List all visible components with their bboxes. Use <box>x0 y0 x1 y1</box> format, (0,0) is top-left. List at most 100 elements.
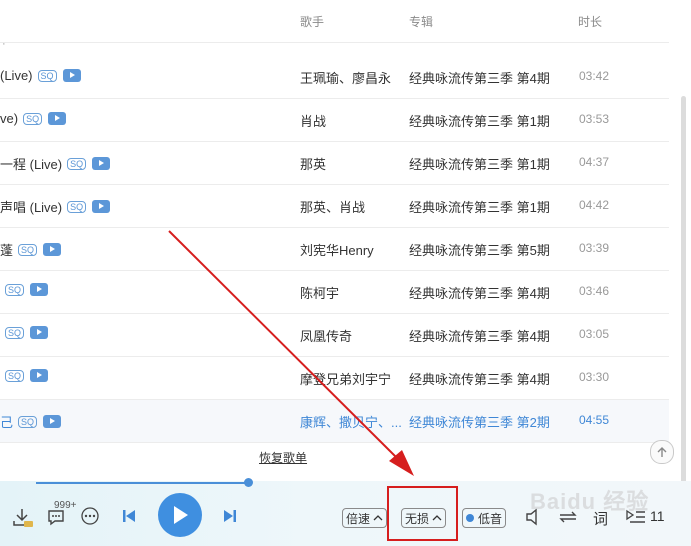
song-duration: 03:46 <box>579 284 610 298</box>
column-header-singer[interactable]: 歌手 <box>300 13 324 30</box>
restore-playlist-link[interactable]: 恢复歌单 <box>259 449 307 466</box>
song-singer[interactable]: 摩登兄弟刘宇宁 <box>300 369 391 388</box>
song-title: SQ <box>0 326 49 339</box>
column-header-album[interactable]: 专辑 <box>409 13 433 30</box>
mv-play-icon[interactable] <box>92 157 111 170</box>
truncated-row-text: · <box>2 38 6 50</box>
progress-thumb[interactable] <box>244 478 253 487</box>
more-button[interactable] <box>79 505 101 527</box>
list-header: 歌手 专辑 时长 <box>0 0 669 43</box>
song-duration: 03:30 <box>579 370 610 384</box>
song-album[interactable]: 经典咏流传第三季 第1期 <box>409 197 550 216</box>
song-title-text: 声唱 (Live) <box>0 200 63 215</box>
song-title-text: 蓬 <box>0 243 14 258</box>
download-icon <box>13 509 33 527</box>
song-title: SQ <box>0 369 49 382</box>
song-title: ve) SQ <box>0 111 67 126</box>
bass-label: 低音 <box>478 511 503 526</box>
song-duration: 03:53 <box>579 112 610 126</box>
song-duration: 03:39 <box>579 241 610 255</box>
song-duration: 04:55 <box>579 413 610 427</box>
song-singer[interactable]: 凤凰传奇 <box>300 326 352 345</box>
song-album[interactable]: 经典咏流传第三季 第4期 <box>409 68 550 87</box>
progress-track[interactable] <box>36 482 248 484</box>
song-album[interactable]: 经典咏流传第三季 第5期 <box>409 240 550 259</box>
download-button[interactable] <box>10 505 34 529</box>
song-title: 蓬 SQ <box>0 240 62 259</box>
chevron-up-icon <box>373 515 383 521</box>
sq-badge: SQ <box>67 157 87 170</box>
song-row[interactable]: SQ 凤凰传奇 经典咏流传第三季 第4期 03:05 <box>0 314 669 357</box>
song-singer[interactable]: 康辉、撒贝宁、... <box>300 412 402 431</box>
watermark: Baidu 经验 <box>530 489 650 514</box>
sq-badge: SQ <box>67 200 87 213</box>
mv-play-icon[interactable] <box>43 415 62 428</box>
mv-play-icon[interactable] <box>62 69 81 82</box>
song-row[interactable]: SQ 摩登兄弟刘宇宁 经典咏流传第三季 第4期 03:30 <box>0 357 669 400</box>
song-title-text: 一程 (Live) <box>0 157 63 172</box>
song-album[interactable]: 经典咏流传第三季 第1期 <box>409 111 550 130</box>
mv-play-icon[interactable] <box>43 243 62 256</box>
next-button[interactable] <box>219 505 241 527</box>
next-icon <box>224 510 236 522</box>
song-row[interactable]: (Live) SQ 王珮瑜、廖昌永 经典咏流传第三季 第4期 03:42 <box>0 56 669 99</box>
previous-icon <box>123 510 135 522</box>
play-button[interactable] <box>158 493 202 537</box>
sq-badge: SQ <box>5 369 25 382</box>
song-title-text: 己 <box>0 415 14 430</box>
speed-label: 倍速 <box>346 511 371 526</box>
song-title-text: (Live) <box>0 68 33 83</box>
sq-badge: SQ <box>5 326 25 339</box>
more-icon <box>81 507 99 525</box>
mv-play-icon[interactable] <box>30 326 49 339</box>
song-title: 己 SQ <box>0 412 62 431</box>
song-singer[interactable]: 那英、肖战 <box>300 197 365 216</box>
arrow-up-icon <box>657 447 667 457</box>
song-singer[interactable]: 陈柯宇 <box>300 283 339 302</box>
song-duration: 03:42 <box>579 69 610 83</box>
play-icon <box>174 506 188 524</box>
sq-badge: SQ <box>18 243 38 256</box>
previous-button[interactable] <box>118 505 140 527</box>
song-album[interactable]: 经典咏流传第三季 第4期 <box>409 283 550 302</box>
song-singer[interactable]: 刘宪华Henry <box>300 240 374 259</box>
mv-play-icon[interactable] <box>30 283 49 296</box>
comment-button[interactable] <box>45 506 67 528</box>
song-album[interactable]: 经典咏流传第三季 第4期 <box>409 369 550 388</box>
mv-play-icon[interactable] <box>30 369 49 382</box>
mv-play-icon[interactable] <box>92 200 111 213</box>
song-duration: 03:05 <box>579 327 610 341</box>
speed-button[interactable]: 倍速 <box>342 508 388 528</box>
song-row[interactable]: 蓬 SQ 刘宪华Henry 经典咏流传第三季 第5期 03:39 <box>0 228 669 271</box>
sq-badge: SQ <box>23 112 43 125</box>
song-row[interactable]: 一程 (Live) SQ 那英 经典咏流传第三季 第1期 04:37 <box>0 142 669 185</box>
toggle-dot-icon <box>466 514 474 522</box>
highlight-box <box>387 486 458 541</box>
song-row-playing[interactable]: 己 SQ 康辉、撒贝宁、... 经典咏流传第三季 第2期 04:55 <box>0 400 669 443</box>
song-row[interactable]: ve) SQ 肖战 经典咏流传第三季 第1期 03:53 <box>0 99 669 142</box>
song-title: 一程 (Live) SQ <box>0 154 111 173</box>
list-scrollbar[interactable] <box>681 96 686 491</box>
comment-icon <box>48 510 64 526</box>
sq-badge: SQ <box>18 415 38 428</box>
song-row[interactable]: SQ 陈柯宇 经典咏流传第三季 第4期 03:46 <box>0 271 669 314</box>
song-duration: 04:37 <box>579 155 610 169</box>
song-album[interactable]: 经典咏流传第三季 第1期 <box>409 154 550 173</box>
playlist-count: 11 <box>650 508 665 524</box>
song-album[interactable]: 经典咏流传第三季 第2期 <box>409 412 550 431</box>
sq-badge: SQ <box>37 69 57 82</box>
song-singer[interactable]: 王珮瑜、廖昌永 <box>300 68 391 87</box>
back-to-top-button[interactable] <box>650 440 674 464</box>
song-album[interactable]: 经典咏流传第三季 第4期 <box>409 326 550 345</box>
song-row[interactable]: 声唱 (Live) SQ 那英、肖战 经典咏流传第三季 第1期 04:42 <box>0 185 669 228</box>
song-duration: 04:42 <box>579 198 610 212</box>
song-title: (Live) SQ <box>0 68 81 83</box>
sq-badge: SQ <box>5 283 25 296</box>
song-title: SQ <box>0 283 49 296</box>
song-list: (Live) SQ 王珮瑜、廖昌永 经典咏流传第三季 第4期 03:42 ve) S… <box>0 56 669 443</box>
bass-toggle[interactable]: 低音 <box>462 508 507 528</box>
song-singer[interactable]: 肖战 <box>300 111 326 130</box>
song-singer[interactable]: 那英 <box>300 154 326 173</box>
column-header-duration[interactable]: 时长 <box>578 13 602 30</box>
mv-play-icon[interactable] <box>48 112 67 125</box>
